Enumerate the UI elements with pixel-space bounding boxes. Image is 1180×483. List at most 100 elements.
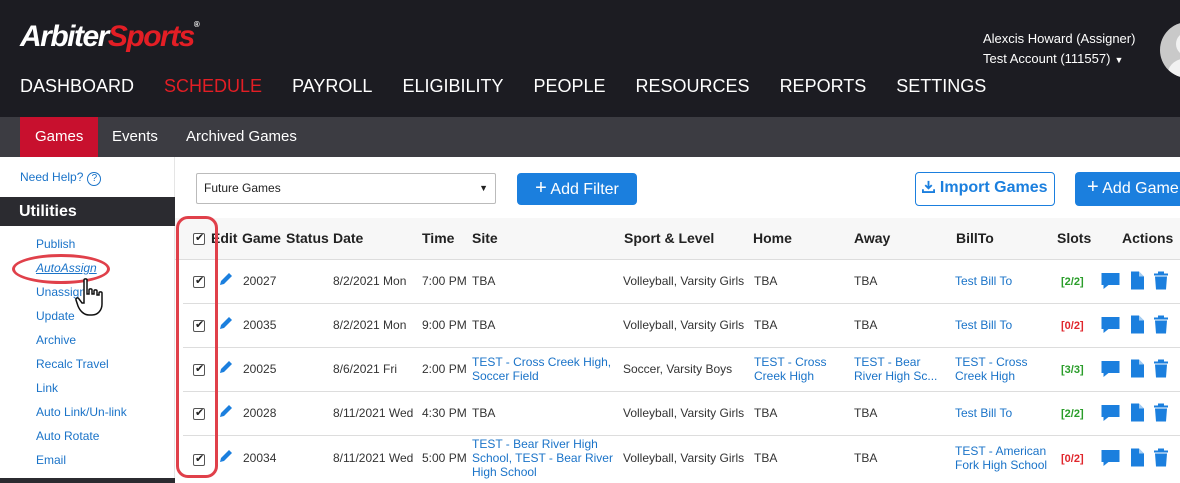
game-time: 5:00 PM	[422, 451, 467, 465]
col-game[interactable]: Game	[242, 230, 281, 246]
tab-events[interactable]: Events	[112, 117, 158, 157]
game-billto-link[interactable]: TEST - Cross Creek High	[955, 355, 1027, 383]
home-line: Creek High	[754, 369, 815, 383]
away-line: TEST - Bear	[854, 355, 921, 369]
download-icon	[922, 180, 936, 193]
document-icon[interactable]	[1129, 447, 1145, 468]
trash-icon[interactable]	[1153, 447, 1169, 468]
import-games-button[interactable]: Import Games	[915, 172, 1055, 206]
game-home: TBA	[754, 318, 778, 332]
col-actions: Actions	[1122, 230, 1174, 246]
document-icon[interactable]	[1129, 402, 1145, 423]
game-sport: Volleyball, Varsity Girls	[623, 406, 745, 420]
game-sport: Volleyball, Varsity Girls	[623, 451, 745, 465]
game-home: TBA	[754, 406, 778, 420]
game-id[interactable]: 20027	[243, 274, 276, 288]
comment-icon[interactable]	[1100, 448, 1121, 468]
game-date: 8/2/2021 Mon	[333, 274, 407, 288]
game-away: TBA	[854, 318, 878, 332]
game-site: TBA	[472, 274, 496, 288]
game-home: TBA	[754, 274, 778, 288]
site-line: TEST - Cross Creek High,	[472, 355, 612, 369]
game-slots[interactable]: [0/2]	[1061, 452, 1084, 466]
logo-text-sports: Sports	[107, 20, 196, 53]
game-site-link[interactable]: TEST - Bear River High School, TEST - Bea…	[472, 437, 613, 479]
add-game-button[interactable]: + Add Game	[1075, 172, 1180, 206]
col-away[interactable]: Away	[854, 230, 890, 246]
nav-eligibility[interactable]: ELIGIBILITY	[402, 76, 503, 97]
col-slots[interactable]: Slots	[1057, 230, 1091, 246]
caret-down-icon: ▼	[1114, 55, 1124, 65]
add-filter-button[interactable]: + Add Filter	[517, 173, 637, 205]
game-id[interactable]: 20035	[243, 318, 276, 332]
edit-pencil-icon[interactable]	[218, 359, 234, 375]
nav-settings[interactable]: SETTINGS	[896, 76, 986, 97]
account-name: Test Account (111557)	[983, 51, 1111, 66]
away-line: River High Sc...	[854, 369, 938, 383]
col-status[interactable]: Status	[286, 230, 329, 246]
utility-link[interactable]: Link	[36, 380, 127, 404]
utility-auto-rotate[interactable]: Auto Rotate	[36, 428, 127, 452]
nav-people[interactable]: PEOPLE	[533, 76, 605, 97]
game-site: TBA	[472, 406, 496, 420]
document-icon[interactable]	[1129, 314, 1145, 335]
game-id[interactable]: 20025	[243, 362, 276, 376]
nav-resources[interactable]: RESOURCES	[636, 76, 750, 97]
avatar[interactable]	[1160, 22, 1180, 78]
col-date[interactable]: Date	[333, 230, 363, 246]
account-switcher[interactable]: Test Account (111557) ▼	[983, 49, 1135, 70]
document-icon[interactable]	[1129, 358, 1145, 379]
nav-schedule[interactable]: SCHEDULE	[164, 76, 262, 97]
comment-icon[interactable]	[1100, 271, 1121, 291]
user-menu[interactable]: Alexcis Howard (Assigner) Test Account (…	[983, 29, 1135, 70]
filter-select[interactable]: Future Games ▼	[196, 173, 496, 204]
col-billto[interactable]: BillTo	[956, 230, 994, 246]
trash-icon[interactable]	[1153, 402, 1169, 423]
edit-pencil-icon[interactable]	[218, 271, 234, 287]
need-help-link[interactable]: Need Help??	[20, 170, 102, 186]
game-slots[interactable]: [0/2]	[1061, 319, 1084, 333]
filter-select-value: Future Games	[204, 181, 281, 195]
game-id[interactable]: 20034	[243, 451, 276, 465]
game-away-link[interactable]: TEST - Bear River High Sc...	[854, 355, 937, 383]
game-billto[interactable]: Test Bill To	[955, 406, 1012, 420]
game-slots[interactable]: [2/2]	[1061, 275, 1084, 289]
utility-auto-link[interactable]: Auto Link/Un-link	[36, 404, 127, 428]
import-games-label: Import Games	[939, 179, 1048, 196]
utility-archive[interactable]: Archive	[36, 332, 127, 356]
col-site[interactable]: Site	[472, 230, 498, 246]
utility-email[interactable]: Email	[36, 452, 127, 476]
utility-recalc-travel[interactable]: Recalc Travel	[36, 356, 127, 380]
trash-icon[interactable]	[1153, 314, 1169, 335]
edit-pencil-icon[interactable]	[218, 315, 234, 331]
game-away: TBA	[854, 451, 878, 465]
game-id[interactable]: 20028	[243, 406, 276, 420]
game-billto[interactable]: Test Bill To	[955, 274, 1012, 288]
game-billto[interactable]: Test Bill To	[955, 318, 1012, 332]
comment-icon[interactable]	[1100, 315, 1121, 335]
nav-dashboard[interactable]: DASHBOARD	[20, 76, 134, 97]
game-site-link[interactable]: TEST - Cross Creek High, Soccer Field	[472, 355, 611, 383]
game-home: TBA	[754, 451, 778, 465]
document-icon[interactable]	[1129, 270, 1145, 291]
col-time[interactable]: Time	[422, 230, 454, 246]
tab-games[interactable]: Games	[20, 117, 99, 157]
col-home[interactable]: Home	[753, 230, 792, 246]
game-slots[interactable]: [2/2]	[1061, 407, 1084, 421]
tab-archived-games[interactable]: Archived Games	[186, 117, 297, 157]
trash-icon[interactable]	[1153, 270, 1169, 291]
game-slots[interactable]: [3/3]	[1061, 363, 1084, 377]
comment-icon[interactable]	[1100, 403, 1121, 423]
col-sport-level[interactable]: Sport & Level	[624, 230, 714, 246]
nav-payroll[interactable]: PAYROLL	[292, 76, 372, 97]
trash-icon[interactable]	[1153, 358, 1169, 379]
comment-icon[interactable]	[1100, 359, 1121, 379]
game-home-link[interactable]: TEST - Cross Creek High	[754, 355, 826, 383]
game-billto-link[interactable]: TEST - American Fork High School	[955, 444, 1047, 472]
nav-reports[interactable]: REPORTS	[780, 76, 867, 97]
arbitersports-logo[interactable]: ArbiterSports®	[20, 20, 200, 54]
main-nav: DASHBOARD SCHEDULE PAYROLL ELIGIBILITY P…	[20, 76, 1016, 97]
site-line: Soccer Field	[472, 369, 539, 383]
edit-pencil-icon[interactable]	[218, 403, 234, 419]
edit-pencil-icon[interactable]	[218, 448, 234, 464]
